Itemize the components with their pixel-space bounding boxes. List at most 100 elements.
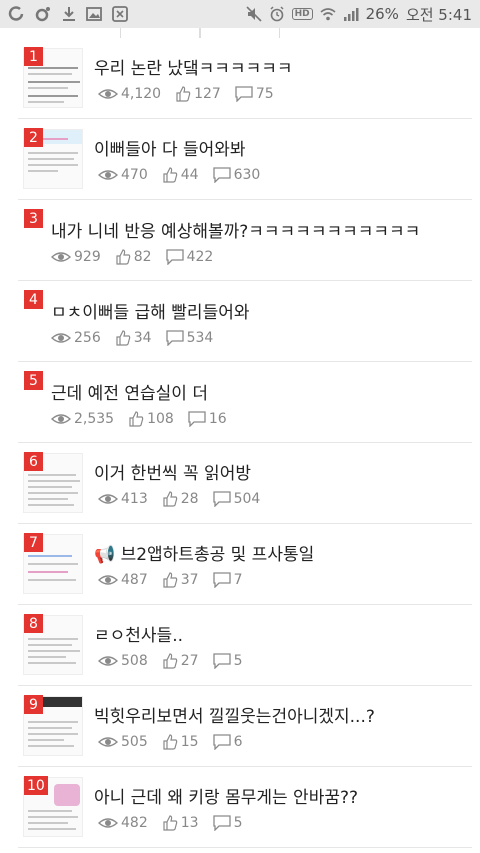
comment-icon xyxy=(235,86,253,102)
post-item[interactable]: 8 ㄹㅇ천사들.. 508 27 5 xyxy=(18,605,472,686)
comments-count: 504 xyxy=(233,491,261,507)
thumbs-up-icon xyxy=(116,249,130,265)
post-title[interactable]: 빅힛우리보면서 낄낄웃는건아니겠지...? xyxy=(94,702,375,727)
alarm-icon xyxy=(269,6,285,22)
likes-count: 13 xyxy=(180,815,199,831)
likes-count: 108 xyxy=(147,411,174,427)
comments-stat: 630 xyxy=(212,167,260,183)
likes-stat: 127 xyxy=(175,86,221,102)
comment-icon xyxy=(188,411,206,427)
app-logo-icon xyxy=(8,6,24,22)
likes-stat: 34 xyxy=(115,330,152,346)
likes-count: 34 xyxy=(133,330,152,346)
rank-badge: 5 xyxy=(24,371,43,390)
post-stats: 413 28 504 xyxy=(98,491,274,507)
post-stats: 4,120 127 75 xyxy=(98,86,288,102)
eye-icon xyxy=(98,89,118,99)
comments-stat: 6 xyxy=(212,734,243,750)
likes-stat: 37 xyxy=(162,572,199,588)
gallery-icon xyxy=(86,6,102,22)
views-stat: 413 xyxy=(98,491,148,507)
eye-icon xyxy=(98,656,118,666)
likes-stat: 28 xyxy=(162,491,199,507)
post-title[interactable]: 근데 예전 연습실이 더 xyxy=(51,379,208,404)
post-item[interactable]: 9 빅힛우리보면서 낄낄웃는건아니겠지...? 505 15 6 xyxy=(18,686,472,767)
post-title[interactable]: 📢 브2앱하트총공 및 프사통일 xyxy=(94,540,314,565)
eye-icon xyxy=(98,818,118,828)
comments-count: 7 xyxy=(233,572,243,588)
comments-count: 422 xyxy=(186,249,214,265)
post-title[interactable]: 아니 근데 왜 키랑 몸무게는 안바꿈?? xyxy=(94,783,358,808)
views-count: 470 xyxy=(121,167,148,183)
post-title[interactable]: ㄹㅇ천사들.. xyxy=(94,621,183,646)
comments-stat: 504 xyxy=(212,491,261,507)
views-stat: 505 xyxy=(98,734,148,750)
post-title[interactable]: 내가 니네 반응 예상해볼까?ㅋㅋㅋㅋㅋㅋㅋㅋㅋㅋㅋ xyxy=(51,217,420,242)
comment-icon xyxy=(165,330,184,346)
views-stat: 256 xyxy=(51,330,101,346)
post-item[interactable]: 6 이거 한번씩 꼭 읽어방 413 28 504 xyxy=(18,443,472,524)
post-title[interactable]: 이뻐들아 다 들어와봐 xyxy=(94,135,246,160)
likes-count: 37 xyxy=(180,572,199,588)
signal-icon xyxy=(343,6,359,22)
status-bar: HD 26% 오전 5:41 xyxy=(0,0,480,28)
likes-stat: 82 xyxy=(115,249,152,265)
post-stats: 2,535 108 16 xyxy=(51,411,241,427)
comments-count: 6 xyxy=(233,734,243,750)
post-item[interactable]: 7 📢 브2앱하트총공 및 프사통일 487 37 7 xyxy=(18,524,472,605)
post-item[interactable]: 4 ㅁㅊ이뻐들 급해 빨리들어와 256 34 534 xyxy=(18,281,472,362)
post-item[interactable]: 5 근데 예전 연습실이 더 2,535 108 16 xyxy=(18,362,472,443)
thumbs-up-icon xyxy=(163,653,177,669)
app-icon xyxy=(112,6,128,22)
comments-stat: 534 xyxy=(165,330,213,346)
likes-count: 15 xyxy=(180,734,199,750)
views-count: 508 xyxy=(121,653,148,669)
thumbs-up-icon xyxy=(163,167,177,183)
comments-count: 5 xyxy=(233,815,243,831)
likes-stat: 108 xyxy=(128,411,174,427)
comments-stat: 75 xyxy=(235,86,274,102)
download-icon xyxy=(62,6,76,22)
rank-badge: 8 xyxy=(24,614,43,633)
rank-badge: 2 xyxy=(24,128,43,147)
views-count: 487 xyxy=(121,572,148,588)
thumbs-up-icon xyxy=(163,815,177,831)
battery-percent: 26% xyxy=(365,5,399,23)
comment-icon xyxy=(212,734,231,750)
likes-stat: 44 xyxy=(162,167,199,183)
likes-stat: 15 xyxy=(162,734,199,750)
thumbs-up-icon xyxy=(116,330,130,346)
post-item[interactable]: 10 아니 근데 왜 키랑 몸무게는 안바꿈?? 482 13 5 xyxy=(18,767,472,848)
clock: 오전 5:41 xyxy=(405,5,472,24)
views-stat: 2,535 xyxy=(51,411,114,427)
comment-icon xyxy=(212,653,231,669)
post-item[interactable]: 1 우리 논란 났댘ㅋㅋㅋㅋㅋㅋ 4,120 127 75 xyxy=(18,38,472,119)
comments-stat: 5 xyxy=(212,653,242,669)
tab-divider xyxy=(200,28,280,38)
rank-badge: 10 xyxy=(24,776,48,795)
views-stat: 4,120 xyxy=(98,86,161,102)
views-stat: 482 xyxy=(98,815,148,831)
hd-voice-icon: HD xyxy=(291,8,313,20)
post-stats: 929 82 422 xyxy=(51,249,227,265)
views-stat: 929 xyxy=(51,249,101,265)
views-count: 413 xyxy=(121,491,148,507)
eye-icon xyxy=(98,737,118,747)
post-item[interactable]: 2 이뻐들아 다 들어와봐 470 44 630 xyxy=(18,119,472,200)
post-title[interactable]: ㅁㅊ이뻐들 급해 빨리들어와 xyxy=(51,298,250,323)
refresh-icon xyxy=(34,5,52,23)
post-item[interactable]: 3 내가 니네 반응 예상해볼까?ㅋㅋㅋㅋㅋㅋㅋㅋㅋㅋㅋ 929 82 422 xyxy=(18,200,472,281)
views-count: 505 xyxy=(121,734,148,750)
post-list: 1 우리 논란 났댘ㅋㅋㅋㅋㅋㅋ 4,120 127 75 2 이뻐들아 다 들… xyxy=(18,38,472,848)
eye-icon xyxy=(98,494,118,504)
post-title[interactable]: 우리 논란 났댘ㅋㅋㅋㅋㅋㅋ xyxy=(94,54,293,79)
rank-badge: 4 xyxy=(24,290,43,309)
comments-count: 16 xyxy=(208,411,227,427)
views-count: 482 xyxy=(121,815,148,831)
views-stat: 470 xyxy=(98,167,148,183)
thumbs-up-icon xyxy=(176,86,191,102)
eye-icon xyxy=(98,575,118,585)
post-stats: 470 44 630 xyxy=(98,167,274,183)
post-title[interactable]: 이거 한번씩 꼭 읽어방 xyxy=(94,459,251,484)
post-stats: 508 27 5 xyxy=(98,653,256,669)
